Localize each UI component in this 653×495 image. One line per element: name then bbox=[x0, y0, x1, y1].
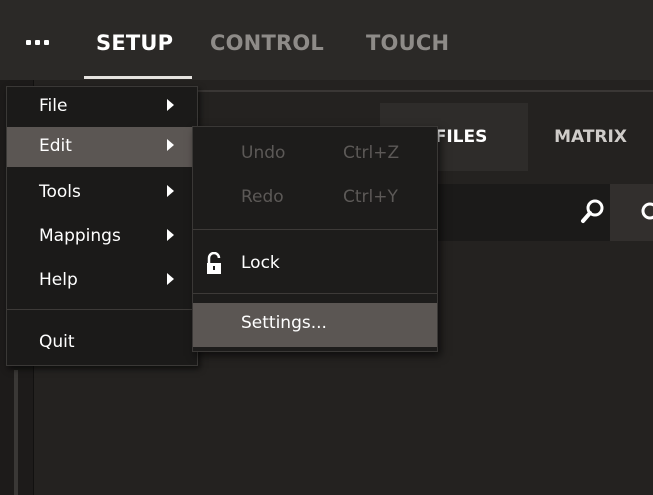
submenu-arrow-icon bbox=[167, 139, 174, 151]
tab-touch[interactable]: TOUCH bbox=[366, 28, 449, 58]
menu-item-label: Edit bbox=[39, 136, 72, 156]
app-window: SETUP CONTROL TOUCH DFILES MATRIX File E… bbox=[0, 0, 653, 495]
submenu-item-lock[interactable]: Lock bbox=[193, 243, 437, 287]
submenu-item-label: Settings... bbox=[241, 313, 327, 333]
edit-submenu: Undo Ctrl+Z Redo Ctrl+Y Lock Settings... bbox=[192, 126, 438, 352]
submenu-separator bbox=[193, 293, 437, 294]
clear-icon[interactable] bbox=[632, 196, 653, 226]
active-tab-underline bbox=[84, 76, 192, 79]
menu-item-label: Quit bbox=[39, 332, 75, 352]
menu-item-label: Tools bbox=[39, 182, 81, 202]
top-bar: SETUP CONTROL TOUCH bbox=[0, 0, 653, 81]
menu-item-label: File bbox=[39, 96, 68, 116]
more-dots-icon[interactable] bbox=[26, 30, 49, 54]
submenu-item-label: Undo bbox=[241, 143, 286, 163]
submenu-separator bbox=[193, 229, 437, 230]
menu-item-quit[interactable]: Quit bbox=[7, 323, 197, 363]
menu-item-mappings[interactable]: Mappings bbox=[7, 217, 197, 257]
shortcut-label: Ctrl+Z bbox=[343, 143, 400, 163]
subtab-matrix[interactable]: MATRIX bbox=[528, 103, 653, 171]
main-menu: File Edit Tools Mappings Help Quit bbox=[6, 86, 198, 366]
menu-item-file[interactable]: File bbox=[7, 87, 197, 127]
tab-setup[interactable]: SETUP bbox=[96, 28, 173, 58]
unlock-icon bbox=[207, 252, 221, 274]
menu-item-label: Help bbox=[39, 270, 78, 290]
menu-separator bbox=[7, 309, 197, 310]
menu-item-tools[interactable]: Tools bbox=[7, 173, 197, 213]
submenu-item-label: Redo bbox=[241, 187, 284, 207]
submenu-item-redo[interactable]: Redo Ctrl+Y bbox=[193, 177, 437, 221]
submenu-arrow-icon bbox=[167, 99, 174, 111]
shortcut-label: Ctrl+Y bbox=[343, 187, 398, 207]
submenu-arrow-icon bbox=[167, 229, 174, 241]
menu-item-label: Mappings bbox=[39, 226, 121, 246]
submenu-item-undo[interactable]: Undo Ctrl+Z bbox=[193, 133, 437, 177]
submenu-item-settings[interactable]: Settings... bbox=[193, 303, 437, 347]
menu-item-edit[interactable]: Edit bbox=[7, 127, 197, 167]
submenu-arrow-icon bbox=[167, 185, 174, 197]
submenu-arrow-icon bbox=[167, 273, 174, 285]
search-icon[interactable] bbox=[578, 196, 608, 226]
submenu-item-label: Lock bbox=[241, 253, 280, 273]
menu-item-help[interactable]: Help bbox=[7, 261, 197, 301]
tab-control[interactable]: CONTROL bbox=[210, 28, 324, 58]
